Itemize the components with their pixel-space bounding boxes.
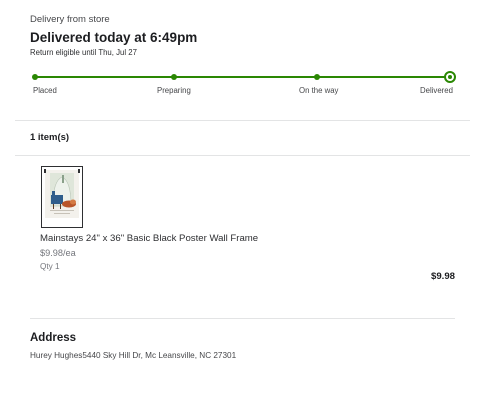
- product-unit-price: $9.98/ea: [40, 248, 76, 258]
- step-label-on-the-way: On the way: [299, 86, 339, 95]
- product-image[interactable]: [41, 166, 83, 228]
- delivery-mode-label: Delivery from store: [30, 14, 110, 25]
- section-divider: [15, 120, 470, 121]
- step-dot-on-the-way: [314, 74, 320, 80]
- poster-frame-image: [44, 169, 80, 218]
- step-dot-placed: [32, 74, 38, 80]
- step-label-preparing: Preparing: [157, 86, 191, 95]
- product-quantity: Qty 1: [40, 262, 60, 271]
- order-progress-tracker: Placed Preparing On the way Delivered: [32, 70, 456, 100]
- step-dot-delivered: [444, 71, 456, 83]
- address-heading: Address: [30, 332, 77, 344]
- section-divider: [15, 155, 470, 156]
- items-count-heading: 1 item(s): [30, 132, 70, 143]
- step-label-placed: Placed: [33, 86, 57, 95]
- progress-line: [34, 76, 450, 78]
- step-dot-preparing: [171, 74, 177, 80]
- return-eligibility-note: Return eligible until Thu, Jul 27: [30, 48, 137, 57]
- delivery-address: Hurey Hughes5440 Sky Hill Dr, Mc Leansvi…: [30, 351, 237, 360]
- product-total-price: $9.98: [430, 271, 455, 282]
- step-label-delivered: Delivered: [420, 86, 453, 95]
- section-divider: [30, 318, 455, 319]
- product-name[interactable]: Mainstays 24" x 36" Basic Black Poster W…: [40, 233, 258, 244]
- delivery-status-title: Delivered today at 6:49pm: [30, 30, 198, 45]
